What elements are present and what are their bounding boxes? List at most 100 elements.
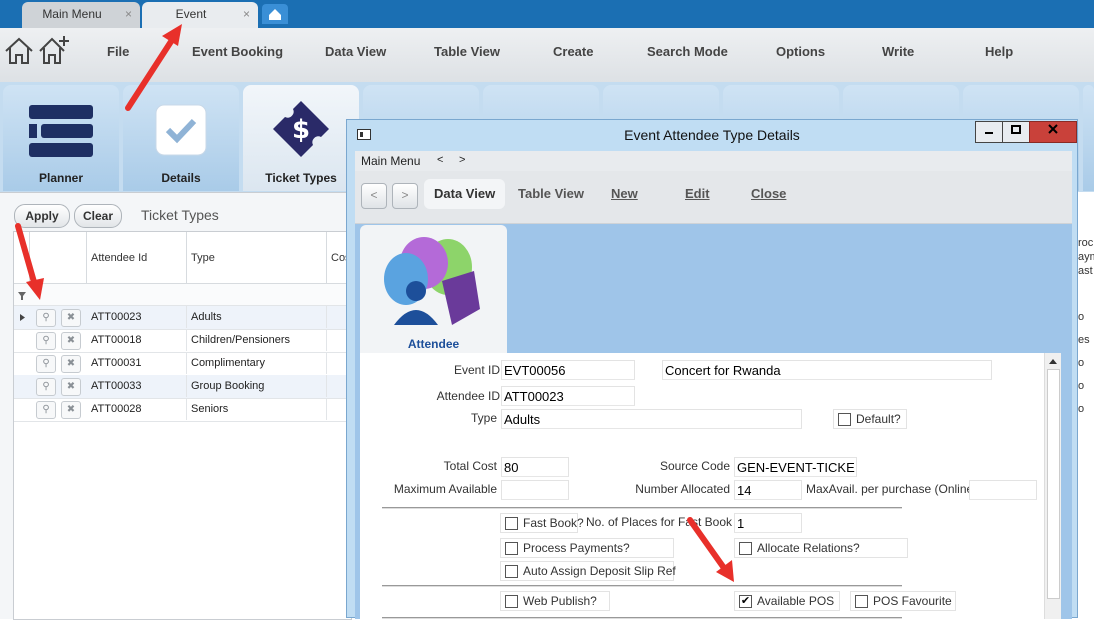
home-tab-icon[interactable] <box>262 4 288 24</box>
max-per-purchase-field[interactable] <box>969 480 1037 500</box>
home-icon[interactable] <box>3 36 35 66</box>
fast-book-places-field[interactable]: 1 <box>734 513 802 533</box>
label-number-allocated: Number Allocated <box>635 482 730 496</box>
tab-label: Event <box>175 7 207 21</box>
search-icon[interactable]: ⚲ <box>36 355 56 373</box>
scrollbar-thumb[interactable] <box>1047 369 1060 599</box>
type-field[interactable]: Adults <box>501 409 802 429</box>
total-cost-field[interactable]: 80 <box>501 457 569 477</box>
tab-event[interactable]: Event × <box>142 2 258 28</box>
menu-help[interactable]: Help <box>985 44 1013 59</box>
search-icon[interactable]: ⚲ <box>36 332 56 350</box>
label-total-cost: Total Cost <box>443 459 497 473</box>
label-fast-book-places: No. of Places for Fast Book <box>585 515 732 529</box>
pos-favourite-checkbox[interactable]: POS Favourite <box>850 591 956 611</box>
nav-main-menu[interactable]: Main Menu <box>361 154 420 168</box>
new-home-icon[interactable] <box>37 34 71 66</box>
process-payments-checkbox[interactable]: Process Payments? <box>500 538 674 558</box>
tab-strip: Main Menu × Event × <box>0 0 1094 28</box>
available-pos-checkbox[interactable]: ✔ Available POS <box>734 591 840 611</box>
menu-create[interactable]: Create <box>553 44 593 59</box>
ribbon-button-10[interactable] <box>1083 85 1094 191</box>
toolbar-close[interactable]: Close <box>741 179 796 209</box>
minimize-icon[interactable] <box>975 121 1003 143</box>
attendee-id-field[interactable]: ATT00023 <box>501 386 635 406</box>
toolbar-table-view[interactable]: Table View <box>508 179 594 209</box>
cell-attendee-id: ATT00028 <box>87 398 187 420</box>
delete-icon[interactable]: ✖ <box>61 355 81 373</box>
scroll-up-icon[interactable] <box>1048 357 1058 365</box>
menu-table-view[interactable]: Table View <box>434 44 500 59</box>
next-record-button[interactable]: > <box>392 183 418 209</box>
checkbox-label: Allocate Relations? <box>757 541 860 555</box>
delete-icon[interactable]: ✖ <box>61 332 81 350</box>
checkbox-box-checked: ✔ <box>739 595 752 608</box>
search-icon[interactable]: ⚲ <box>36 309 56 327</box>
menu-file[interactable]: File <box>107 44 129 59</box>
menu-search-mode[interactable]: Search Mode <box>647 44 728 59</box>
web-publish-checkbox[interactable]: Web Publish? <box>500 591 610 611</box>
menu-options[interactable]: Options <box>776 44 825 59</box>
table-row[interactable]: ⚲ ✖ ATT00028 Seniors <box>14 398 351 422</box>
checkbox-label: Default? <box>856 412 901 426</box>
svg-text:$: $ <box>292 115 310 145</box>
divider <box>382 585 902 587</box>
maximum-available-field[interactable] <box>501 480 569 500</box>
menu-write[interactable]: Write <box>882 44 914 59</box>
search-icon[interactable]: ⚲ <box>36 378 56 396</box>
cell-type: Group Booking <box>187 375 327 397</box>
form-scrollbar[interactable] <box>1044 353 1061 619</box>
nav-back[interactable]: < <box>437 154 443 166</box>
maximize-icon[interactable] <box>1002 121 1030 143</box>
checkbox-box <box>838 413 851 426</box>
close-icon[interactable]: × <box>125 2 132 26</box>
toolbar-edit[interactable]: Edit <box>675 179 720 209</box>
delete-icon[interactable]: ✖ <box>61 401 81 419</box>
delete-icon[interactable]: ✖ <box>61 378 81 396</box>
number-allocated-field[interactable]: 14 <box>734 480 802 500</box>
table-row[interactable]: ⚲ ✖ ATT00031 Complimentary <box>14 352 351 376</box>
dialog-title: Event Attendee Type Details <box>624 127 800 143</box>
ribbon-ticket-types[interactable]: $ Ticket Types <box>243 85 359 191</box>
default-checkbox[interactable]: Default? <box>833 409 907 429</box>
divider <box>382 617 902 619</box>
fast-book-checkbox[interactable]: Fast Book? <box>500 513 584 533</box>
checkbox-label: Available POS <box>757 594 835 608</box>
event-name-field[interactable]: Concert for Rwanda <box>662 360 992 380</box>
dialog-title-bar[interactable]: Event Attendee Type Details <box>347 120 1077 150</box>
delete-icon[interactable]: ✖ <box>61 309 81 327</box>
tab-main-menu[interactable]: Main Menu × <box>22 2 140 28</box>
grid-header-actions <box>30 232 87 284</box>
search-icon[interactable]: ⚲ <box>36 401 56 419</box>
nav-forward[interactable]: > <box>459 154 465 166</box>
grid-header-attendee-id[interactable]: Attendee Id <box>87 232 187 284</box>
table-row[interactable]: ⚲ ✖ ATT00033 Group Booking <box>14 375 351 399</box>
cell-type: Seniors <box>187 398 327 420</box>
menu-data-view[interactable]: Data View <box>325 44 386 59</box>
clear-button[interactable]: Clear <box>74 204 122 228</box>
allocate-relations-checkbox[interactable]: Allocate Relations? <box>734 538 908 558</box>
previous-record-button[interactable]: < <box>361 183 387 209</box>
table-row[interactable]: ⚲ ✖ ATT00018 Children/Pensioners <box>14 329 351 353</box>
divider <box>382 507 902 509</box>
ribbon-details[interactable]: Details <box>123 85 239 191</box>
planner-icon <box>29 105 93 157</box>
apply-button[interactable]: Apply <box>14 204 70 228</box>
label-attendee-id: Attendee ID <box>436 389 500 403</box>
auto-assign-checkbox[interactable]: Auto Assign Deposit Slip Ref <box>500 561 676 581</box>
table-row[interactable]: ⚲ ✖ ATT00023 Adults <box>14 306 351 330</box>
source-code-field[interactable]: GEN-EVENT-TICKE <box>734 457 857 477</box>
close-icon[interactable]: × <box>243 2 250 26</box>
filter-icon[interactable] <box>18 292 26 300</box>
ribbon-planner[interactable]: Planner <box>3 85 119 191</box>
menu-event-booking[interactable]: Event Booking <box>192 44 283 59</box>
cell-type: Complimentary <box>187 352 327 374</box>
card-label: Attendee <box>407 337 460 351</box>
event-id-field[interactable]: EVT00056 <box>501 360 635 380</box>
toolbar-new[interactable]: New <box>601 179 648 209</box>
toolbar-data-view[interactable]: Data View <box>424 179 506 209</box>
close-icon[interactable] <box>1029 121 1077 143</box>
underlying-grid-edge: roc aym ast o es o o o <box>1078 231 1094 441</box>
grid-header-type[interactable]: Type <box>187 232 327 284</box>
filter-row <box>14 284 351 306</box>
